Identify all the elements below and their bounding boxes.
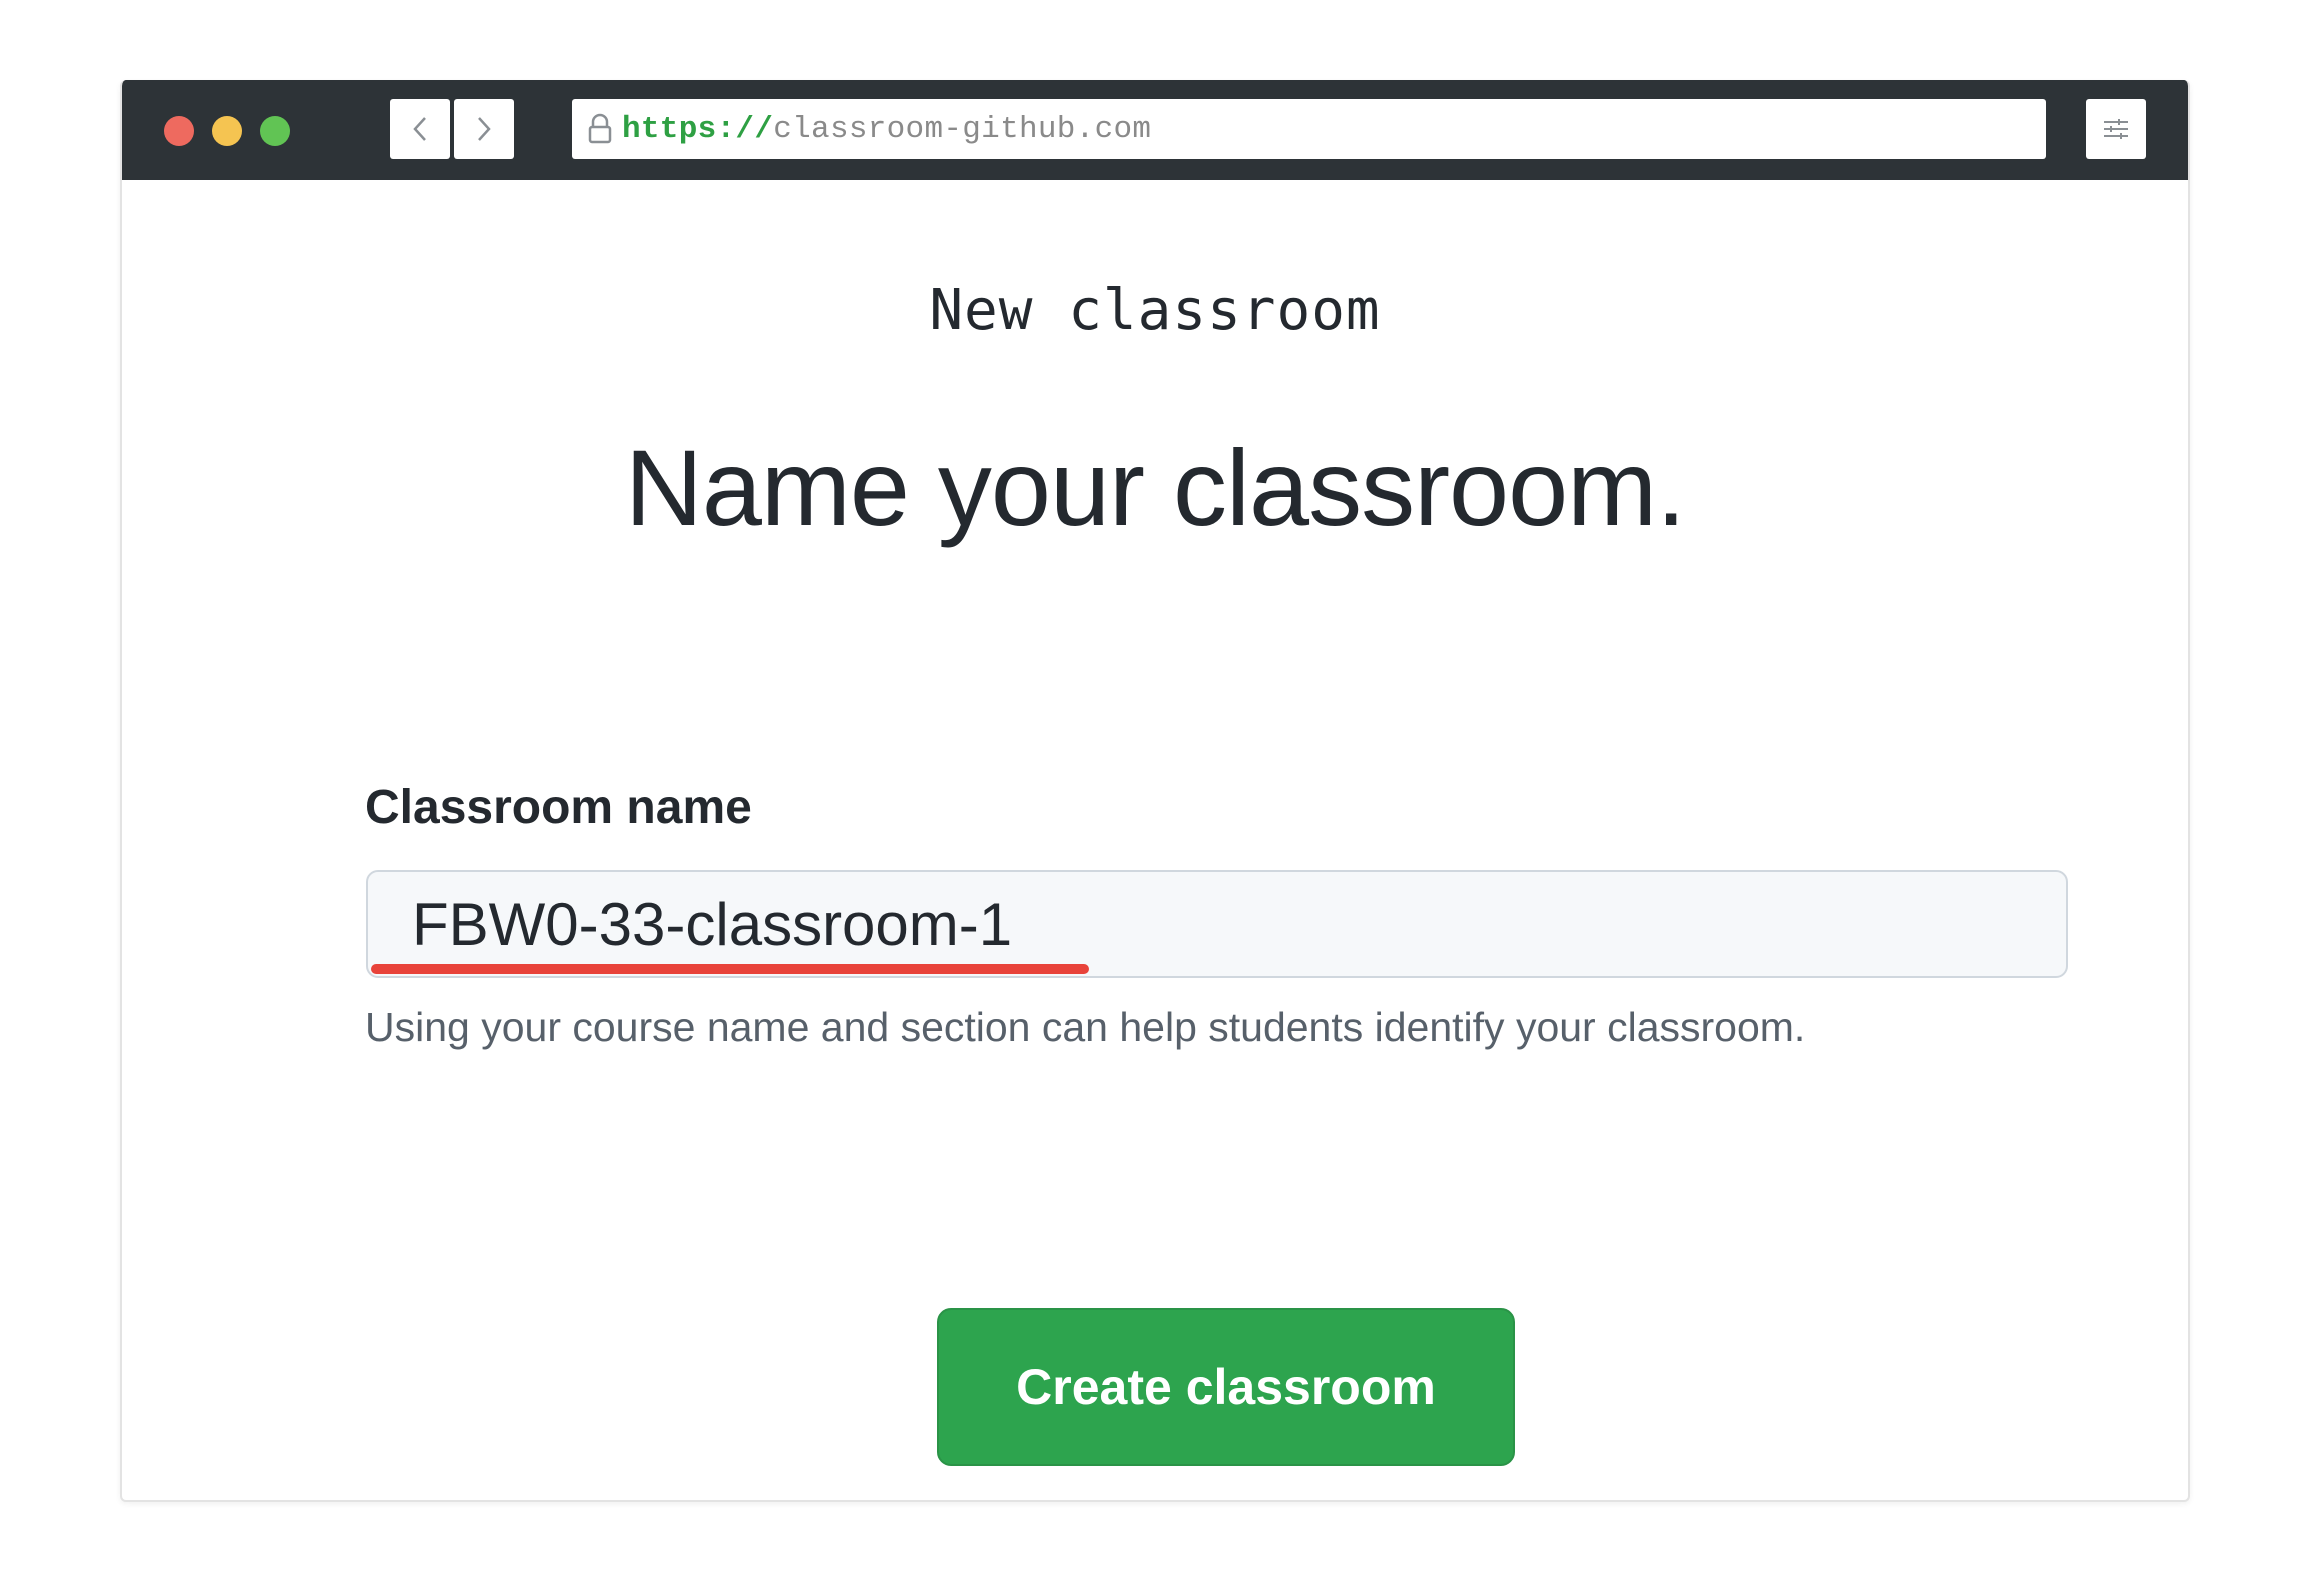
classroom-name-label: Classroom name — [365, 781, 752, 834]
chevron-left-icon — [413, 117, 426, 141]
lock-icon — [586, 112, 614, 146]
create-classroom-button[interactable]: Create classroom — [937, 1308, 1515, 1466]
classroom-name-input[interactable] — [366, 870, 2068, 978]
address-bar[interactable]: https://classroom-github.com — [572, 99, 2046, 159]
browser-toolbar: https://classroom-github.com — [122, 80, 2188, 180]
page-title: Name your classroom. — [624, 427, 1686, 548]
url-text: https://classroom-github.com — [622, 112, 1151, 147]
highlight-underline — [371, 964, 1089, 974]
window-close-button[interactable] — [164, 116, 194, 146]
back-button[interactable] — [390, 99, 450, 159]
url-host: classroom-github.com — [773, 111, 1152, 147]
page-subtitle: New classroom — [929, 278, 1381, 343]
window-minimize-button[interactable] — [212, 116, 242, 146]
url-scheme: https:// — [622, 111, 774, 147]
sliders-icon — [2104, 119, 2128, 139]
classroom-name-hint: Using your course name and section can h… — [365, 1004, 1806, 1050]
browser-window: https://classroom-github.com New classro… — [120, 80, 2190, 1502]
chevron-right-icon — [478, 117, 491, 141]
browser-menu-button[interactable] — [2086, 99, 2146, 159]
forward-button[interactable] — [454, 99, 514, 159]
window-maximize-button[interactable] — [260, 116, 290, 146]
